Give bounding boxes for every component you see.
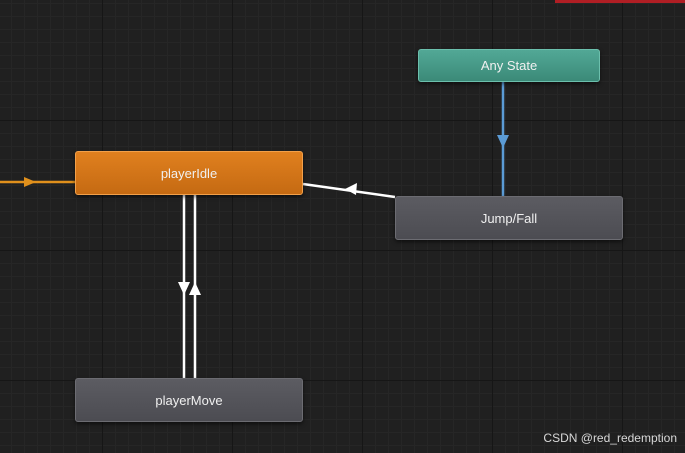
transition-entry-to-playeridle[interactable] — [0, 177, 75, 187]
state-label: Jump/Fall — [480, 210, 538, 226]
transition-arrow-icon — [24, 177, 36, 187]
state-node-player-idle[interactable]: playerIdle — [75, 151, 303, 195]
watermark: CSDN @red_redemption — [543, 431, 677, 445]
transition-arrow-icon — [178, 282, 190, 295]
transition-playermove-to-playeridle[interactable] — [189, 195, 201, 378]
state-label: Any State — [480, 58, 538, 73]
state-node-any-state[interactable]: Any State — [418, 49, 600, 82]
state-node-player-move[interactable]: playerMove — [75, 378, 303, 422]
state-label: playerIdle — [160, 165, 218, 181]
transition-jumpfall-to-playeridle[interactable] — [302, 182, 396, 199]
transition-playeridle-to-playermove[interactable] — [178, 195, 190, 378]
transition-anystate-to-jumpfall[interactable] — [497, 82, 509, 196]
state-label: playerMove — [155, 392, 223, 408]
transition-arrow-icon — [189, 282, 201, 295]
state-node-jump-fall[interactable]: Jump/Fall — [395, 196, 623, 240]
transition-arrow-icon — [345, 183, 357, 195]
selection-indicator-strip — [555, 0, 685, 3]
transition-arrow-icon — [497, 135, 509, 148]
